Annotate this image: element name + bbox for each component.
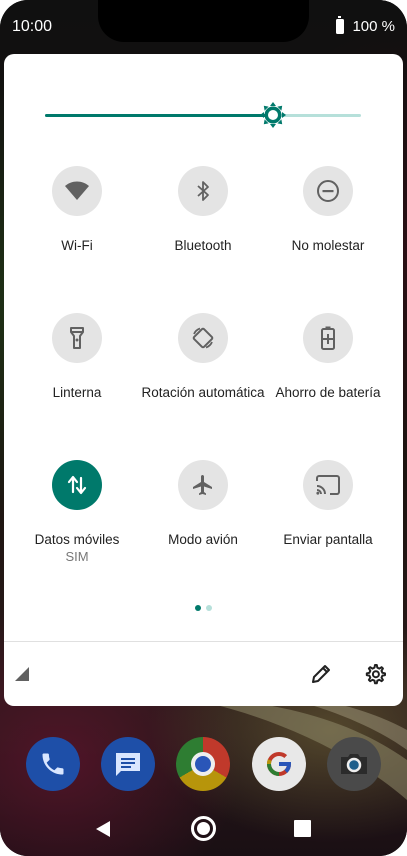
page-dot-active	[195, 605, 201, 611]
airplane-icon	[178, 460, 228, 510]
tile-wifi-label: Wi-Fi	[61, 238, 93, 253]
camera-notch	[98, 0, 309, 42]
battery-icon	[336, 16, 345, 34]
panel-divider	[4, 641, 403, 642]
recents-icon[interactable]	[294, 820, 311, 837]
tile-do-not-disturb-label: No molestar	[291, 238, 365, 253]
brightness-icon[interactable]	[259, 102, 286, 128]
cast-icon	[303, 460, 353, 510]
flashlight-icon	[52, 313, 102, 363]
messages-app-icon[interactable]	[101, 737, 155, 791]
tile-flashlight-label: Linterna	[52, 385, 102, 400]
tile-mobile-data-label: Datos móviles	[34, 532, 120, 547]
tile-do-not-disturb[interactable]: No molestar	[263, 166, 393, 254]
camera-app-icon[interactable]	[327, 737, 381, 791]
tile-battery-saver-label: Ahorro de batería	[275, 385, 381, 400]
back-icon[interactable]	[93, 819, 113, 839]
status-battery: 100 %	[336, 16, 395, 35]
tile-auto-rotate[interactable]: Rotación automática	[138, 313, 268, 401]
chrome-app-icon[interactable]	[176, 737, 230, 791]
bluetooth-icon	[178, 166, 228, 216]
phone-app-icon[interactable]	[26, 737, 80, 791]
page-dot	[206, 605, 212, 611]
brightness-slider-fill	[45, 114, 273, 117]
quick-settings-panel: Wi-Fi Bluetooth No molestar Linterna Rot…	[4, 54, 403, 706]
gear-icon[interactable]	[363, 662, 387, 686]
tile-mobile-data-sublabel: SIM	[65, 549, 89, 564]
home-icon[interactable]	[191, 816, 216, 841]
wifi-icon	[52, 166, 102, 216]
page-indicator	[195, 605, 212, 611]
phone-screen: 10:00 100 % Wi-Fi Bluetooth No molestar …	[0, 0, 407, 856]
auto-rotate-icon	[178, 313, 228, 363]
signal-icon	[15, 667, 29, 681]
tile-auto-rotate-label: Rotación automática	[141, 385, 265, 400]
google-app-icon[interactable]	[252, 737, 306, 791]
tile-bluetooth[interactable]: Bluetooth	[138, 166, 268, 254]
battery-percent: 100 %	[352, 18, 395, 35]
do-not-disturb-icon	[303, 166, 353, 216]
mobile-data-icon	[52, 460, 102, 510]
chrome-center	[191, 752, 215, 776]
edit-icon[interactable]	[309, 662, 333, 686]
brightness-slider[interactable]	[45, 114, 361, 117]
tile-cast-screen-label: Enviar pantalla	[283, 532, 373, 547]
tile-airplane-mode-label: Modo avión	[168, 532, 238, 547]
tile-battery-saver[interactable]: Ahorro de batería	[263, 313, 393, 401]
tile-wifi[interactable]: Wi-Fi	[12, 166, 142, 254]
status-time: 10:00	[12, 18, 53, 35]
tile-bluetooth-label: Bluetooth	[174, 238, 232, 253]
tile-cast-screen[interactable]: Enviar pantalla	[263, 460, 393, 548]
tile-airplane-mode[interactable]: Modo avión	[138, 460, 268, 548]
navigation-bar	[0, 800, 407, 856]
tile-flashlight[interactable]: Linterna	[12, 313, 142, 401]
battery-saver-icon	[303, 313, 353, 363]
tile-mobile-data[interactable]: Datos móviles SIM	[12, 460, 142, 566]
